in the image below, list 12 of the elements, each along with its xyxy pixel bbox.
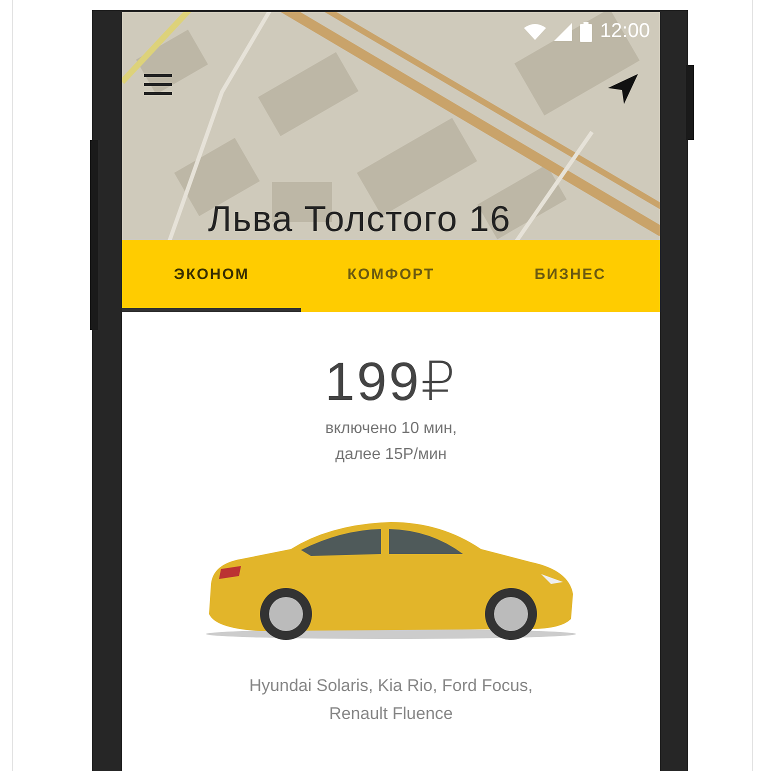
menu-icon[interactable] [144, 74, 172, 96]
price-text: 199₽ [324, 352, 458, 412]
navigation-arrow-icon[interactable] [608, 74, 638, 104]
car-models-text: Hyundai Solaris, Kia Rio, Ford Focus, Renault Fluence [249, 675, 533, 725]
tariff-tab[interactable]: КОМФОРТ [301, 240, 481, 312]
tariff-tab[interactable]: ЭКОНОМ [122, 240, 302, 312]
price-details: включено 10 мин, далее 15Р/мин [325, 419, 457, 465]
tariff-tab[interactable]: БИЗНЕС [480, 240, 660, 312]
status-time: 12:00 [600, 20, 650, 43]
signal-icon [554, 22, 572, 40]
wifi-icon [524, 24, 546, 40]
address-text: Льва Толстого 16 [208, 198, 512, 240]
